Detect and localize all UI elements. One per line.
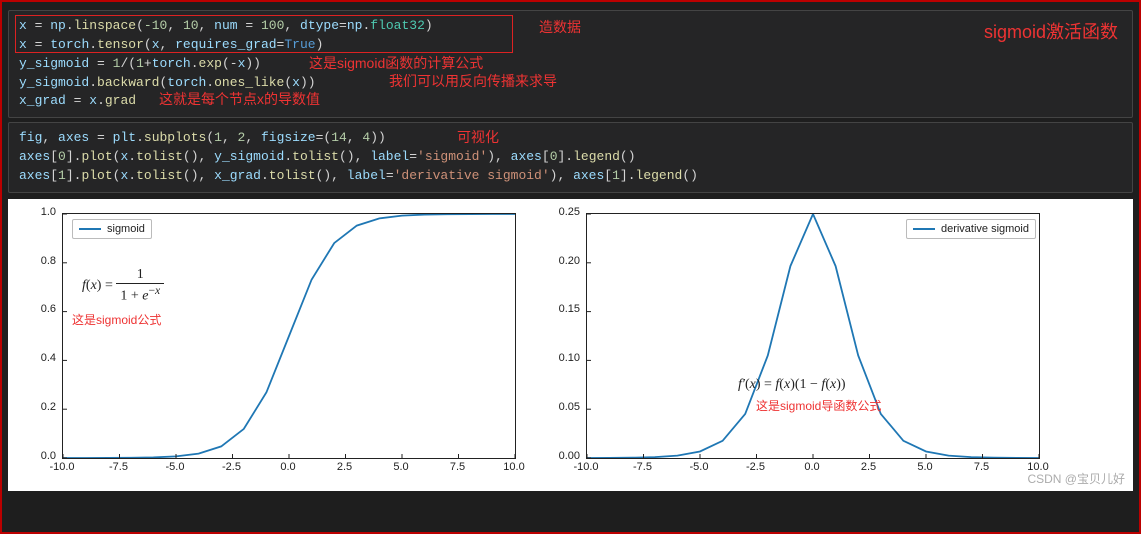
code-line-7: axes[0].plot(x.tolist(), y_sigmoid.tolis… [19,148,1122,167]
code-line-8: axes[1].plot(x.tolist(), x_grad.tolist()… [19,167,1122,186]
legend-swatch [79,228,101,230]
plot-output: sigmoid f(x) = 11 + e−x 这是sigmoid公式 -10.… [8,199,1133,491]
code-line-4: y_sigmoid.backward(torch.ones_like(x)) [19,74,1122,93]
chart-sigmoid: sigmoid f(x) = 11 + e−x 这是sigmoid公式 -10.… [16,205,526,483]
watermark: CSDN @宝贝儿好 [1027,470,1125,487]
derivative-formula-annotation: 这是sigmoid导函数公式 [756,397,881,414]
sigmoid-formula-annotation: 这是sigmoid公式 [72,311,161,328]
code-line-1: x = np.linspace(--1010, 10, num = 100, d… [19,17,1122,36]
code-line-6: fig, axes = plt.subplots(1, 2, figsize=(… [19,129,1122,148]
legend-derivative: derivative sigmoid [906,219,1036,239]
code-cell-1[interactable]: sigmoid激活函数 造数据 x = np.linspace(--1010, … [8,10,1133,118]
legend-label: derivative sigmoid [941,223,1029,235]
code-line-2: x = torch.tensor(x, requires_grad=True) [19,36,1122,55]
legend-label: sigmoid [107,223,145,235]
code-line-5: x_grad = x.grad [19,92,1122,111]
code-cell-2[interactable]: fig, axes = plt.subplots(1, 2, figsize=(… [8,122,1133,193]
legend-sigmoid: sigmoid [72,219,152,239]
chart-derivative: derivative sigmoid f′(x) = f(x)(1 − f(x)… [540,205,1050,483]
code-line-3: y_sigmoid = 1/(1+torch.exp(-x)) [19,55,1122,74]
sigmoid-formula: f(x) = 11 + e−x [82,267,164,305]
derivative-formula: f′(x) = f(x)(1 − f(x)) [738,377,846,393]
title-annotation: sigmoid激活函数 [984,19,1118,45]
legend-swatch [913,228,935,230]
